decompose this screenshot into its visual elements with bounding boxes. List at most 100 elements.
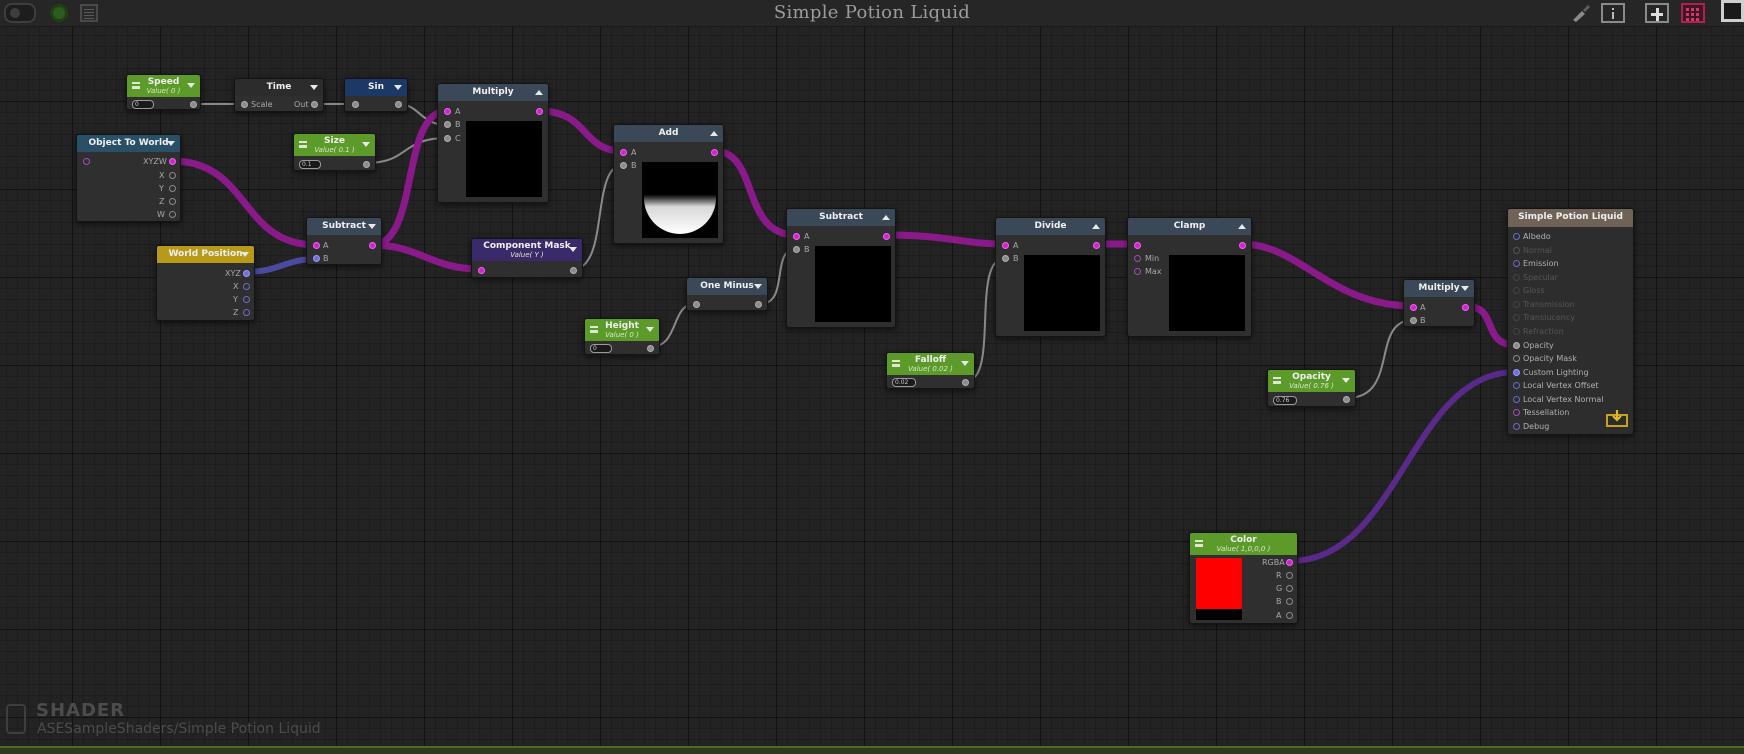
otw-y-port[interactable] <box>169 185 176 192</box>
node-falloff[interactable]: Falloff Value( 0.02 ) 0.02 <box>886 352 975 389</box>
chevron-down-icon[interactable] <box>961 361 969 366</box>
node-output-header[interactable]: Simple Potion Liquid <box>1508 209 1633 227</box>
output-tessellation-port[interactable] <box>1513 409 1520 416</box>
node-height-header[interactable]: Height Value( 0 ) <box>585 319 659 341</box>
otw-input-port[interactable] <box>83 158 90 165</box>
subtract-1-output-port[interactable] <box>369 242 376 249</box>
chevron-down-icon[interactable] <box>754 283 762 289</box>
subtract-2-a-port[interactable] <box>793 233 800 240</box>
output-emission-port[interactable] <box>1513 260 1520 267</box>
save-download-icon[interactable] <box>1606 409 1628 427</box>
otw-xyzw-port[interactable] <box>169 158 176 165</box>
size-output-port[interactable] <box>363 161 370 168</box>
one-minus-output-port[interactable] <box>755 301 762 308</box>
multiply-2-a-port[interactable] <box>1410 304 1417 311</box>
multiply-1-a-port[interactable] <box>444 108 451 115</box>
output-albedo-port[interactable] <box>1513 233 1520 240</box>
mask-output-port[interactable] <box>570 267 577 274</box>
wp-x-port[interactable] <box>243 283 250 290</box>
output-opacity-mask-port[interactable] <box>1513 355 1520 362</box>
node-opacity[interactable]: Opacity Value( 0.76 ) 0.76 <box>1267 369 1356 407</box>
node-object-to-world[interactable]: Object To World XYZW X Y Z W <box>76 134 181 222</box>
output-transmission-port[interactable] <box>1513 301 1520 308</box>
speed-input[interactable]: 0 <box>132 100 154 109</box>
mask-input-port[interactable] <box>478 267 485 274</box>
output-debug-port[interactable] <box>1513 423 1520 430</box>
clamp-output-port[interactable] <box>1239 242 1246 249</box>
menu-icon[interactable] <box>1195 540 1203 547</box>
output-custom-lighting-port[interactable] <box>1513 369 1520 376</box>
divide-a-port[interactable] <box>1002 242 1009 249</box>
node-subtract-2-header[interactable]: Subtract <box>787 209 895 226</box>
time-out-port[interactable] <box>311 101 318 108</box>
chevron-down-icon[interactable] <box>1461 285 1469 291</box>
node-object-to-world-header[interactable]: Object To World <box>77 135 180 152</box>
add-a-port[interactable] <box>620 149 627 156</box>
chevron-up-icon[interactable] <box>882 214 890 220</box>
node-color-header[interactable]: Color Value( 1,0,0,0 ) <box>1190 533 1297 555</box>
menu-icon[interactable] <box>132 82 140 89</box>
speed-output-port[interactable] <box>190 101 197 108</box>
node-falloff-header[interactable]: Falloff Value( 0.02 ) <box>887 353 974 375</box>
node-speed-header[interactable]: Speed Value( 0 ) <box>127 75 200 97</box>
menu-icon[interactable] <box>590 326 598 333</box>
output-specular-port[interactable] <box>1513 274 1520 281</box>
node-opacity-header[interactable]: Opacity Value( 0.76 ) <box>1268 370 1355 392</box>
color-r-port[interactable] <box>1286 572 1293 579</box>
node-time[interactable]: Time Scale Out <box>234 78 324 112</box>
sin-output-port[interactable] <box>395 101 402 108</box>
menu-icon[interactable] <box>892 360 900 367</box>
output-opacity-port[interactable] <box>1513 342 1520 349</box>
clamp-min-port[interactable] <box>1134 255 1141 262</box>
chevron-down-icon[interactable] <box>394 84 402 90</box>
node-multiply-2[interactable]: Multiply A B <box>1403 279 1475 327</box>
subtract-2-output-port[interactable] <box>883 233 890 240</box>
node-subtract-1[interactable]: Subtract A B <box>306 217 382 265</box>
clamp-input-port[interactable] <box>1134 242 1141 249</box>
clamp-max-port[interactable] <box>1134 268 1141 275</box>
output-normal-port[interactable] <box>1513 247 1520 254</box>
multiply-2-b-port[interactable] <box>1410 317 1417 324</box>
wp-y-port[interactable] <box>243 296 250 303</box>
otw-x-port[interactable] <box>169 172 176 179</box>
output-local-vertex-normal-port[interactable] <box>1513 396 1520 403</box>
output-gloss-port[interactable] <box>1513 287 1520 294</box>
height-output-port[interactable] <box>647 345 654 352</box>
color-b-port[interactable] <box>1286 598 1293 605</box>
node-clamp-header[interactable]: Clamp <box>1128 218 1251 235</box>
add-output-port[interactable] <box>711 149 718 156</box>
node-time-header[interactable]: Time <box>235 79 323 96</box>
chevron-up-icon[interactable] <box>1092 223 1100 229</box>
chevron-down-icon[interactable] <box>187 83 195 88</box>
output-local-vertex-offset-port[interactable] <box>1513 382 1520 389</box>
chevron-down-icon[interactable] <box>368 223 376 229</box>
multiply-1-c-port[interactable] <box>444 135 451 142</box>
sin-input-port[interactable] <box>352 101 359 108</box>
node-one-minus-header[interactable]: One Minus <box>687 278 767 295</box>
wp-z-port[interactable] <box>243 309 250 316</box>
node-add-header[interactable]: Add <box>614 125 723 142</box>
chevron-down-icon[interactable] <box>646 327 654 332</box>
menu-icon[interactable] <box>299 141 307 148</box>
chevron-up-icon[interactable] <box>1238 223 1246 229</box>
chevron-up-icon[interactable] <box>710 130 718 136</box>
subtract-2-b-port[interactable] <box>793 246 800 253</box>
time-scale-port[interactable] <box>241 101 248 108</box>
subtract-1-b-port[interactable] <box>313 255 320 262</box>
node-output[interactable]: Simple Potion Liquid Albedo Normal Emiss… <box>1507 208 1634 435</box>
color-g-port[interactable] <box>1286 585 1293 592</box>
chevron-up-icon[interactable] <box>535 89 543 95</box>
chevron-down-icon[interactable] <box>1342 378 1350 383</box>
falloff-output-port[interactable] <box>962 379 969 386</box>
otw-w-port[interactable] <box>169 211 176 218</box>
node-divide-header[interactable]: Divide <box>996 218 1105 235</box>
falloff-input[interactable]: 0.02 <box>892 378 916 387</box>
subtract-1-a-port[interactable] <box>313 242 320 249</box>
multiply-1-output-port[interactable] <box>536 108 543 115</box>
multiply-1-b-port[interactable] <box>444 121 451 128</box>
chevron-down-icon[interactable] <box>569 247 577 252</box>
divide-b-port[interactable] <box>1002 255 1009 262</box>
output-translucency-port[interactable] <box>1513 314 1520 321</box>
divide-output-port[interactable] <box>1093 242 1100 249</box>
wp-xyz-port[interactable] <box>243 270 250 277</box>
